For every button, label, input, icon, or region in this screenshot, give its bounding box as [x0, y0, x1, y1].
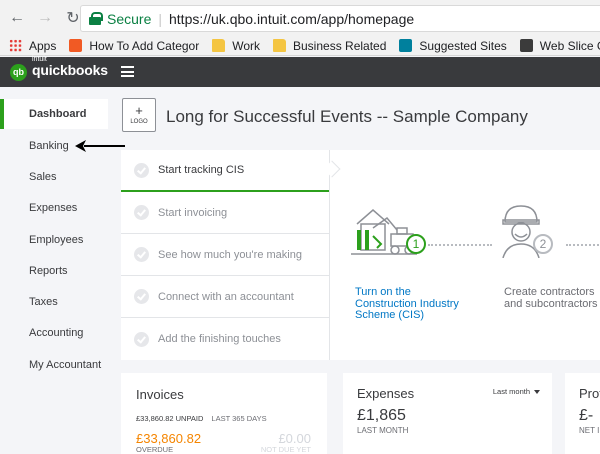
sidebar-item-dashboard[interactable]: Dashboard [0, 99, 108, 129]
overdue-amount[interactable]: £33,860.82 [136, 431, 201, 446]
sidebar-item-employees[interactable]: Employees [0, 225, 108, 255]
bookmark-label: Web Slice Gallery [539, 38, 600, 53]
orange-site-icon [69, 39, 83, 52]
brand-prefix: intuit [32, 56, 47, 63]
period-label: Last month [492, 387, 530, 396]
setup-divider [329, 150, 330, 360]
sidebar-item-taxes[interactable]: Taxes [0, 287, 108, 317]
bookmark-apps[interactable]: Apps [9, 39, 56, 53]
checkmark-icon [134, 205, 149, 220]
expenses-title: Expenses [357, 386, 415, 401]
checkmark-icon [134, 162, 149, 178]
hamburger-menu-icon[interactable] [121, 66, 134, 77]
setup-step-label: Connect with an accountant [158, 290, 294, 303]
annotation-arrow-icon [75, 140, 125, 152]
setup-step-accountant[interactable]: Connect with an accountant [121, 276, 329, 318]
unpaid-period: LAST 365 DAYS [211, 414, 267, 423]
sidebar-item-sales[interactable]: Sales [0, 162, 108, 192]
profit-amount: £- [579, 407, 594, 424]
setup-panel: Start tracking CIS Start invoicing See h… [121, 150, 600, 360]
sidebar-item-reports[interactable]: Reports [0, 256, 108, 286]
progress-dots [566, 244, 600, 246]
profit-title: Prof [579, 386, 600, 401]
invoices-unpaid: £33,860.82 UNPAID LAST 365 DAYS [136, 414, 267, 423]
profit-label: NET I [579, 426, 600, 435]
overdue-label: OVERDUE [136, 445, 174, 454]
sidebar-item-my-accountant[interactable]: My Accountant [0, 350, 108, 380]
setup-step-tracking-cis[interactable]: Start tracking CIS [121, 150, 329, 192]
brand-name: quickbooks [32, 62, 108, 78]
checkmark-icon [134, 247, 149, 262]
step-number-1: 1 [406, 234, 426, 254]
web-slice-icon [519, 39, 533, 52]
folder-icon [212, 39, 226, 52]
setup-step-label: Start tracking CIS [158, 164, 245, 176]
lock-icon [89, 12, 103, 25]
not-due-label: NOT DUE YET [260, 445, 311, 454]
setup-step-finishing[interactable]: Add the finishing touches [121, 318, 329, 360]
bookmark-how-to-add-category[interactable]: How To Add Categor [69, 39, 199, 53]
checkmark-icon [134, 331, 149, 347]
bookmarks-bar: Apps How To Add Categor Work Business Re… [0, 36, 600, 56]
add-logo-button[interactable]: + LOGO [122, 98, 156, 132]
browser-toolbar: ← → ↻ Secure | https://uk.qbo.intuit.com… [0, 0, 600, 36]
setup-step-invoicing[interactable]: Start invoicing [121, 192, 329, 234]
secure-label: Secure [107, 10, 152, 27]
bookmark-label: Work [232, 38, 260, 53]
plus-icon: + [135, 103, 143, 118]
sidebar-item-expenses[interactable]: Expenses [0, 193, 108, 223]
bookmark-suggested-sites[interactable]: Suggested Sites [399, 38, 507, 53]
quickbooks-logo-icon: qb [10, 63, 27, 81]
expenses-period-dropdown[interactable]: Last month [493, 387, 540, 396]
setup-step-label: See how much you're making [158, 248, 302, 261]
company-name: Long for Successful Events -- Sample Com… [166, 107, 528, 126]
expenses-amount: £1,865 [357, 407, 406, 424]
bookmark-label: Business Related [293, 38, 387, 53]
back-arrow-icon[interactable]: ← [6, 7, 28, 29]
caret-down-icon [534, 390, 540, 395]
forward-arrow-icon[interactable]: → [34, 7, 56, 29]
not-due-amount[interactable]: £0.00 [278, 431, 311, 446]
apps-grid-icon [9, 39, 22, 52]
setup-step-making[interactable]: See how much you're making [121, 234, 329, 276]
sidebar-item-accounting[interactable]: Accounting [0, 318, 108, 348]
create-contractors-text[interactable]: Create contractors and subcontractors [504, 286, 600, 310]
unpaid-amount: £33,860.82 UNPAID [136, 414, 204, 423]
app-header: qb intuit quickbooks [0, 56, 600, 87]
folder-icon [273, 39, 286, 52]
setup-step-label: Add the finishing touches [158, 333, 281, 345]
url-separator: | [158, 10, 162, 27]
brand-wordmark[interactable]: intuit quickbooks [32, 56, 108, 80]
expenses-period: LAST MONTH [357, 426, 409, 435]
expenses-widget: Expenses Last month £1,865 LAST MONTH [343, 373, 552, 454]
bookmark-label: How To Add Categor [89, 38, 200, 53]
invoices-title: Invoices [136, 387, 184, 402]
progress-dots [428, 244, 492, 246]
bing-icon [399, 39, 413, 52]
step-number-2: 2 [533, 234, 553, 254]
setup-step-label: Start invoicing [158, 206, 228, 219]
address-bar[interactable]: Secure | https://uk.qbo.intuit.com/app/h… [80, 5, 600, 32]
url-text: https://uk.qbo.intuit.com/app/homepage [169, 10, 415, 27]
invoices-widget: Invoices £33,860.82 UNPAID LAST 365 DAYS … [121, 373, 327, 454]
bookmark-business-related[interactable]: Business Related [273, 39, 386, 53]
bookmark-work[interactable]: Work [212, 39, 260, 53]
bookmark-label: Apps [29, 38, 57, 53]
bookmark-label: Suggested Sites [419, 38, 507, 53]
checkmark-icon [134, 289, 149, 304]
profit-widget: Prof £- NET I [565, 373, 600, 454]
turn-on-cis-link[interactable]: Turn on the Construction Industry Scheme… [355, 286, 465, 322]
logo-label: LOGO [130, 119, 148, 125]
bookmark-web-slice-gallery[interactable]: Web Slice Gallery [519, 38, 600, 53]
